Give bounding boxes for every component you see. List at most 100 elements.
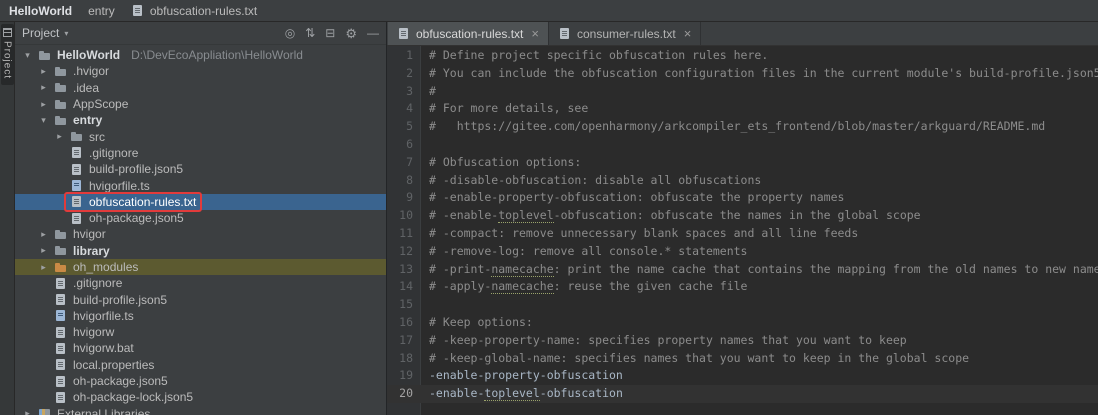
tree-item-label: .hvigor (73, 64, 109, 78)
tree-item-gitignore[interactable]: .gitignore (15, 145, 386, 161)
tree-toggle-icon[interactable]: ▸ (53, 131, 66, 142)
editor-line-13[interactable]: 13# -print-namecache: print the name cac… (387, 261, 1098, 279)
line-number: 17 (387, 332, 421, 350)
tree-item-library[interactable]: ▸library (15, 243, 386, 259)
editor-line-7[interactable]: 7# Obfuscation options: (387, 154, 1098, 172)
editor-line-1[interactable]: 1# Define project specific obfuscation r… (387, 47, 1098, 65)
editor-line-8[interactable]: 8# -disable-obfuscation: disable all obf… (387, 172, 1098, 190)
line-number: 14 (387, 278, 421, 296)
editor-line-15[interactable]: 15 (387, 296, 1098, 314)
tree-item-gitignore[interactable]: .gitignore (15, 275, 386, 291)
tree-item-hvigorfile-ts[interactable]: hvigorfile.ts (15, 308, 386, 324)
tree-item-label: local.properties (73, 358, 154, 372)
tree-item-obfuscation-rules-txt[interactable]: obfuscation-rules.txt (15, 194, 386, 210)
editor-line-2[interactable]: 2# You can include the obfuscation confi… (387, 65, 1098, 83)
project-tool-icon (3, 28, 12, 37)
tree-item-oh-package-json5[interactable]: oh-package.json5 (15, 373, 386, 389)
tree-item-label: build-profile.json5 (73, 293, 167, 307)
line-number: 16 (387, 314, 421, 332)
folder-module-icon (54, 244, 68, 257)
tree-toggle-icon[interactable]: ▸ (37, 262, 50, 273)
tree-toggle-icon[interactable]: ▾ (21, 50, 34, 61)
typo-underline: toplevel (498, 208, 553, 223)
tree-item-oh-package-lock-json5[interactable]: oh-package-lock.json5 (15, 389, 386, 405)
tree-item-content: oh-package.json5 (66, 210, 188, 226)
tree-toggle-icon[interactable]: ▸ (37, 66, 50, 77)
locate-file-icon[interactable]: ◎ (285, 27, 295, 39)
tree-item-local-properties[interactable]: local.properties (15, 357, 386, 373)
tree-item-src[interactable]: ▸src (15, 128, 386, 144)
line-text (421, 136, 1098, 154)
close-tab-icon[interactable]: × (684, 27, 692, 40)
editor-line-17[interactable]: 17# -keep-property-name: specifies prope… (387, 332, 1098, 350)
tree-toggle-icon[interactable]: ▸ (37, 99, 50, 110)
editor-line-5[interactable]: 5# https://gitee.com/openharmony/arkcomp… (387, 118, 1098, 136)
tree-item-content: hvigor (50, 226, 110, 242)
collapse-all-icon[interactable]: ⊟ (325, 27, 335, 39)
editor-line-11[interactable]: 11# -compact: remove unnecessary blank s… (387, 225, 1098, 243)
tree-item-hvigor[interactable]: ▸hvigor (15, 226, 386, 242)
folder-icon (54, 81, 68, 94)
tree-toggle-icon[interactable]: ▸ (37, 245, 50, 256)
editor-line-9[interactable]: 9# -enable-property-obfuscation: obfusca… (387, 189, 1098, 207)
tree-item-oh-modules[interactable]: ▸oh_modules (15, 259, 386, 275)
breadcrumb-file[interactable]: obfuscation-rules.txt (131, 4, 257, 18)
tree-item-hvigorw[interactable]: hvigorw (15, 324, 386, 340)
editor-line-10[interactable]: 10# -enable-toplevel-obfuscation: obfusc… (387, 207, 1098, 225)
typo-underline: namecache (491, 279, 553, 294)
editor-line-14[interactable]: 14# -apply-namecache: reuse the given ca… (387, 278, 1098, 296)
tree-item-appscope[interactable]: ▸AppScope (15, 96, 386, 112)
breadcrumb-file-label: obfuscation-rules.txt (150, 4, 257, 18)
close-tab-icon[interactable]: × (531, 27, 539, 40)
editor-line-6[interactable]: 6 (387, 136, 1098, 154)
file-icon (70, 195, 84, 208)
tree-item-hvigorw-bat[interactable]: hvigorw.bat (15, 340, 386, 356)
editor-tab-consumer-rules-txt[interactable]: consumer-rules.txt × (549, 22, 701, 45)
line-text (421, 296, 1098, 314)
tree-toggle-icon[interactable]: ▸ (21, 408, 34, 415)
file-icon (54, 391, 68, 404)
breadcrumb-module[interactable]: entry (88, 4, 115, 18)
tree-toggle-icon[interactable]: ▾ (37, 115, 50, 126)
editor[interactable]: 1# Define project specific obfuscation r… (387, 46, 1098, 415)
tree-toggle-icon[interactable]: ▸ (37, 82, 50, 93)
line-text: # -compact: remove unnecessary blank spa… (421, 225, 1098, 243)
line-number: 3 (387, 83, 421, 101)
hide-panel-icon[interactable]: — (367, 27, 379, 39)
tree-item-content: local.properties (50, 357, 158, 373)
tree-item-label: External Libraries (57, 407, 150, 415)
tree-item-build-profile-json5[interactable]: build-profile.json5 (15, 291, 386, 307)
editor-line-20[interactable]: 20-enable-toplevel-obfuscation (387, 385, 1098, 403)
editor-line-19[interactable]: 19-enable-property-obfuscation (387, 367, 1098, 385)
chevron-down-icon[interactable]: ▾ (64, 29, 68, 38)
tree-item-build-profile-json5[interactable]: build-profile.json5 (15, 161, 386, 177)
project-panel: Project ▾ ◎⇅⊟⚙— ▾HelloWorldD:\DevEcoAppl… (15, 22, 387, 415)
tree-item-idea[interactable]: ▸.idea (15, 80, 386, 96)
tree-item-hvigorfile-ts[interactable]: hvigorfile.ts (15, 177, 386, 193)
tree-item-label: hvigorfile.ts (73, 309, 134, 323)
tree-item-oh-package-json5[interactable]: oh-package.json5 (15, 210, 386, 226)
tree-item-label: oh-package.json5 (73, 374, 168, 388)
tree-item-entry[interactable]: ▾entry (15, 112, 386, 128)
expand-collapse-icon[interactable]: ⇅ (305, 27, 315, 39)
tree-item-hvigor[interactable]: ▸ .hvigor (15, 63, 386, 79)
editor-tab-obfuscation-rules-txt[interactable]: obfuscation-rules.txt × (388, 22, 549, 45)
tree-toggle-icon[interactable]: ▸ (37, 229, 50, 240)
tree-item-label: HelloWorld (57, 48, 120, 62)
tree-item-external-libraries[interactable]: ▸ External Libraries (15, 406, 386, 415)
settings-gear-icon[interactable]: ⚙ (345, 27, 357, 40)
tab-label: obfuscation-rules.txt (416, 27, 523, 41)
editor-line-3[interactable]: 3# (387, 83, 1098, 101)
project-tool-window-button[interactable]: Project (1, 24, 14, 85)
tree-item-content: src (66, 129, 109, 145)
editor-line-4[interactable]: 4# For more details, see (387, 100, 1098, 118)
line-text: # Define project specific obfuscation ru… (421, 47, 1098, 65)
editor-line-16[interactable]: 16# Keep options: (387, 314, 1098, 332)
line-number: 11 (387, 225, 421, 243)
tab-label: consumer-rules.txt (577, 27, 676, 41)
breadcrumb-project[interactable]: HelloWorld (9, 4, 72, 18)
editor-line-12[interactable]: 12# -remove-log: remove all console.* st… (387, 243, 1098, 261)
tree-item-helloworld[interactable]: ▾HelloWorldD:\DevEcoAppliation\HelloWorl… (15, 47, 386, 63)
editor-line-18[interactable]: 18# -keep-global-name: specifies names t… (387, 350, 1098, 368)
project-view-selector[interactable]: Project (22, 26, 59, 40)
